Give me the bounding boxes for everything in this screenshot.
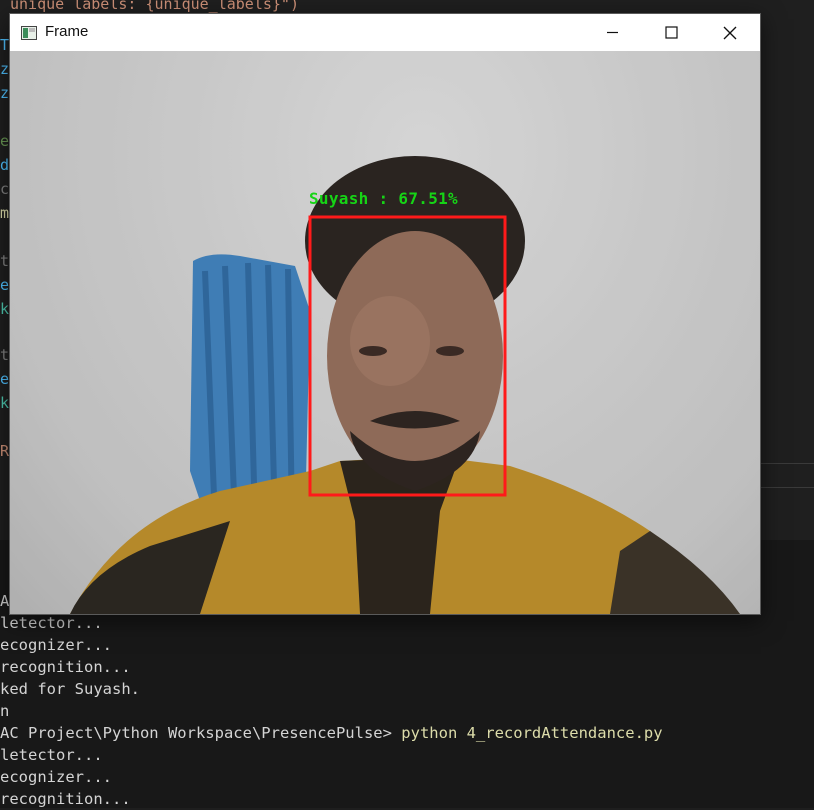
terminal-prompt: AC Project\Python Workspace\PresencePuls… xyxy=(0,724,392,742)
panel-divider xyxy=(760,463,814,464)
minimize-icon xyxy=(607,31,618,34)
terminal-prompt-line: AC Project\Python Workspace\PresencePuls… xyxy=(0,722,663,744)
maximize-icon xyxy=(665,26,678,39)
frame-window[interactable]: Frame Suyash: 67.51% xyxy=(9,13,761,615)
terminal-line: n xyxy=(0,702,10,720)
terminal-line: recognition... xyxy=(0,658,131,676)
minimize-button[interactable] xyxy=(583,14,641,51)
recognition-label: Suyash : 67.51% xyxy=(309,189,458,208)
terminal-line: letector... xyxy=(0,614,103,632)
window-title: Frame xyxy=(45,23,89,40)
maximize-button[interactable] xyxy=(642,14,700,51)
terminal-line: ecognizer... xyxy=(0,768,112,786)
close-icon xyxy=(723,26,737,40)
terminal-line: recognition... xyxy=(0,790,131,808)
webcam-video-feed: Suyash : 67.51% xyxy=(10,51,760,614)
app-icon xyxy=(21,26,37,40)
window-titlebar[interactable]: Frame xyxy=(10,14,760,51)
terminal-line: ecognizer... xyxy=(0,636,112,654)
panel-divider xyxy=(760,487,814,488)
terminal-command: python 4_recordAttendance.py xyxy=(401,724,663,742)
webcam-scene xyxy=(10,51,760,614)
close-button[interactable] xyxy=(700,14,758,51)
code-line-unique-labels: unique labels: {unique_labels}") xyxy=(10,0,299,13)
terminal-line: ked for Suyash. xyxy=(0,680,140,698)
terminal-line: A xyxy=(0,592,10,610)
terminal-line: letector... xyxy=(0,746,103,764)
